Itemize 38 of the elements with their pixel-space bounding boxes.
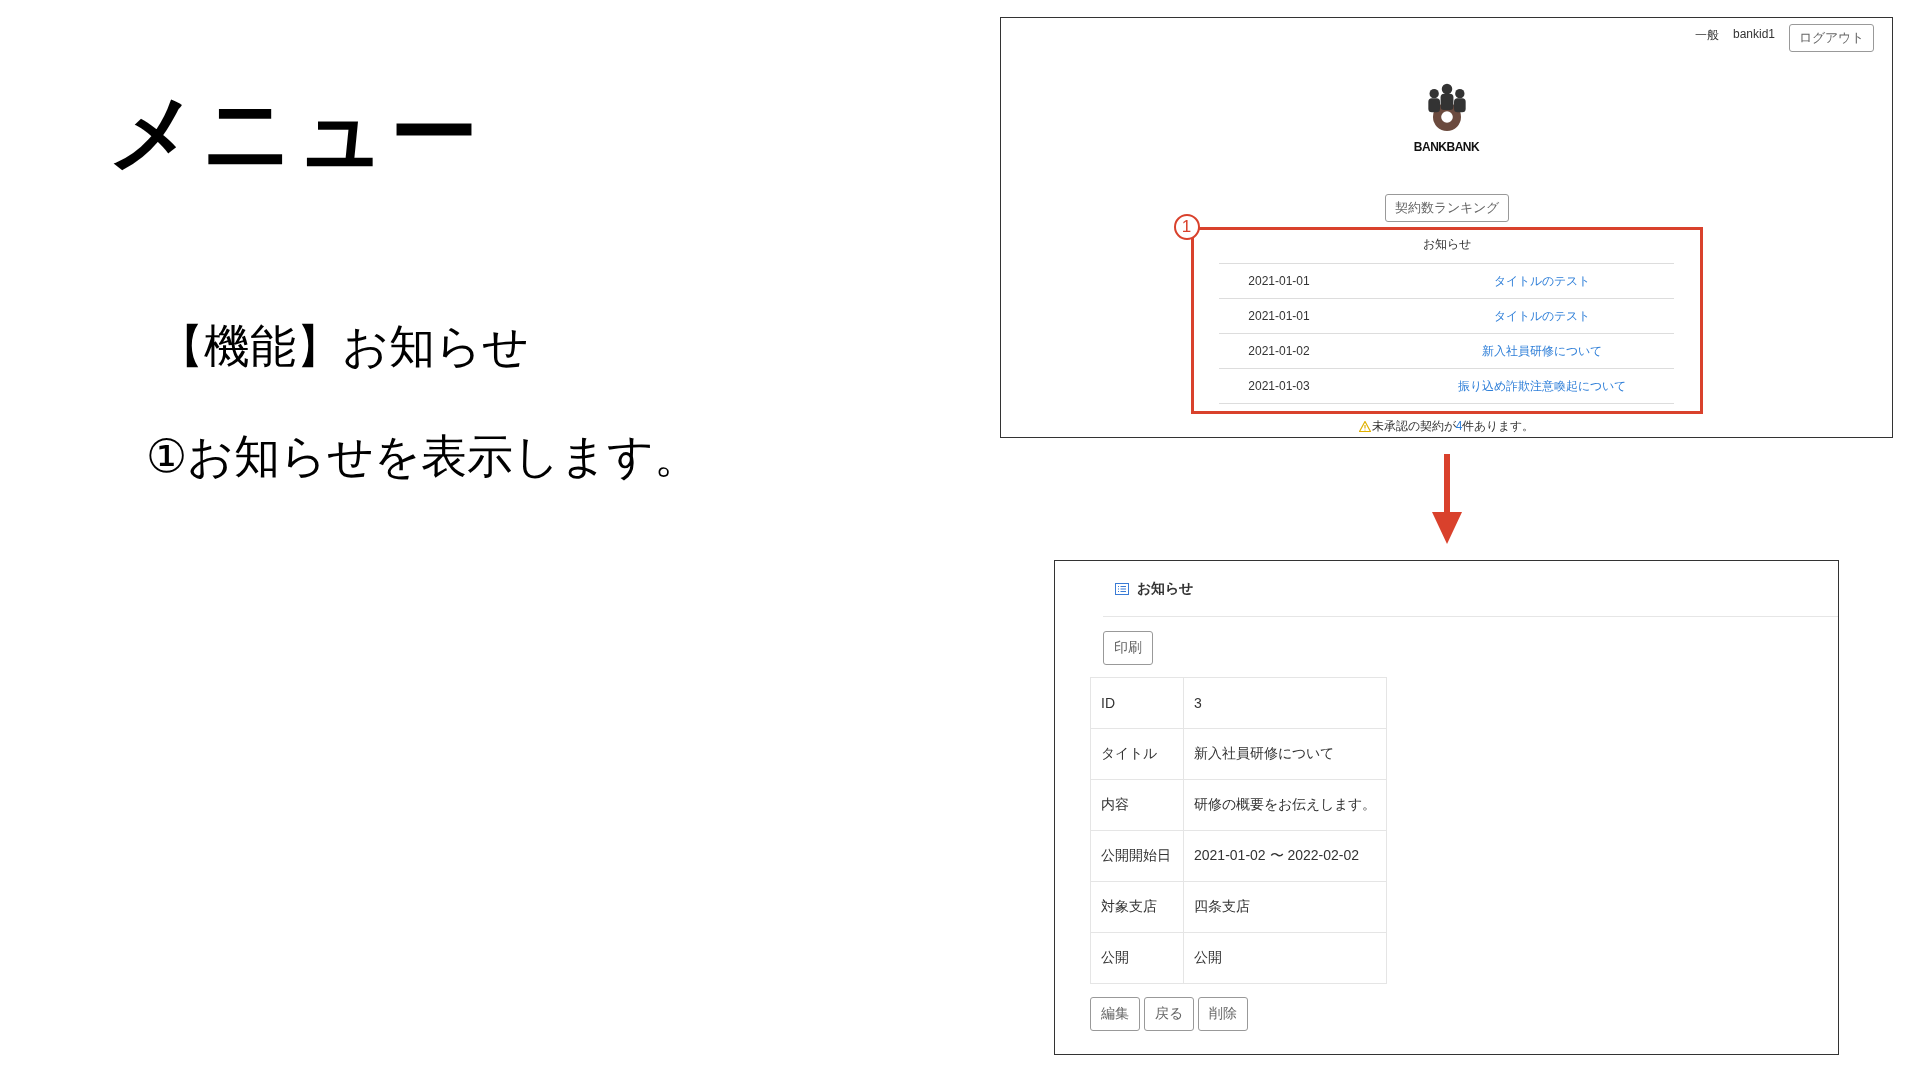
field-value: 公開 xyxy=(1183,932,1387,984)
field-label: タイトル xyxy=(1090,728,1184,780)
field-value: 四条支店 xyxy=(1183,881,1387,933)
action-button[interactable]: 戻る xyxy=(1144,997,1194,1031)
notice-date: 2021-01-01 xyxy=(1219,298,1339,334)
ranking-button[interactable]: 契約数ランキング xyxy=(1384,194,1509,222)
user-role: 一般 xyxy=(1694,27,1719,44)
field-label: 内容 xyxy=(1090,779,1184,831)
field-value: 3 xyxy=(1183,677,1387,729)
detail-title: お知らせ xyxy=(1137,579,1193,598)
notice-link[interactable]: 振り込め詐欺注意喚起について xyxy=(1457,378,1626,393)
field-value: 新入社員研修について xyxy=(1183,728,1387,780)
notice-date: 2021-01-01 xyxy=(1219,263,1339,299)
slide-title: メニュー xyxy=(108,80,483,186)
list-icon xyxy=(1115,582,1129,595)
field-label: 対象支店 xyxy=(1090,881,1184,933)
logout-button[interactable]: ログアウト xyxy=(1789,24,1874,52)
field-label: 公開開始日 xyxy=(1090,830,1184,882)
notice-link[interactable]: 新入社員研修について xyxy=(1481,343,1602,358)
user-name: bankid1 xyxy=(1732,27,1775,41)
field-value: 研修の概要をお伝えします。 xyxy=(1183,779,1387,831)
action-button[interactable]: 削除 xyxy=(1198,997,1248,1031)
notice-date: 2021-01-02 xyxy=(1219,333,1339,369)
logo-text: BANKBANK xyxy=(1413,140,1480,154)
feature-description: ①お知らせを表示します。 xyxy=(146,427,702,485)
field-value: 2021-01-02 〜 2022-02-02 xyxy=(1183,830,1387,882)
field-label: 公開 xyxy=(1090,932,1184,984)
field-label: ID xyxy=(1090,677,1184,729)
feature-heading: 【機能】お知らせ xyxy=(158,317,530,375)
print-button[interactable]: 印刷 xyxy=(1103,631,1153,665)
pending-contracts-text: 未承認の契約が4件あります。 xyxy=(1371,418,1535,435)
action-button[interactable]: 編集 xyxy=(1090,997,1140,1031)
notice-heading: お知らせ xyxy=(1422,236,1471,253)
notice-link[interactable]: タイトルのテスト xyxy=(1493,273,1590,288)
notice-date: 2021-01-03 xyxy=(1219,368,1339,404)
notice-link[interactable]: タイトルのテスト xyxy=(1493,308,1590,323)
annotation-number: 1 xyxy=(1173,214,1200,240)
warning-icon xyxy=(1358,421,1371,432)
